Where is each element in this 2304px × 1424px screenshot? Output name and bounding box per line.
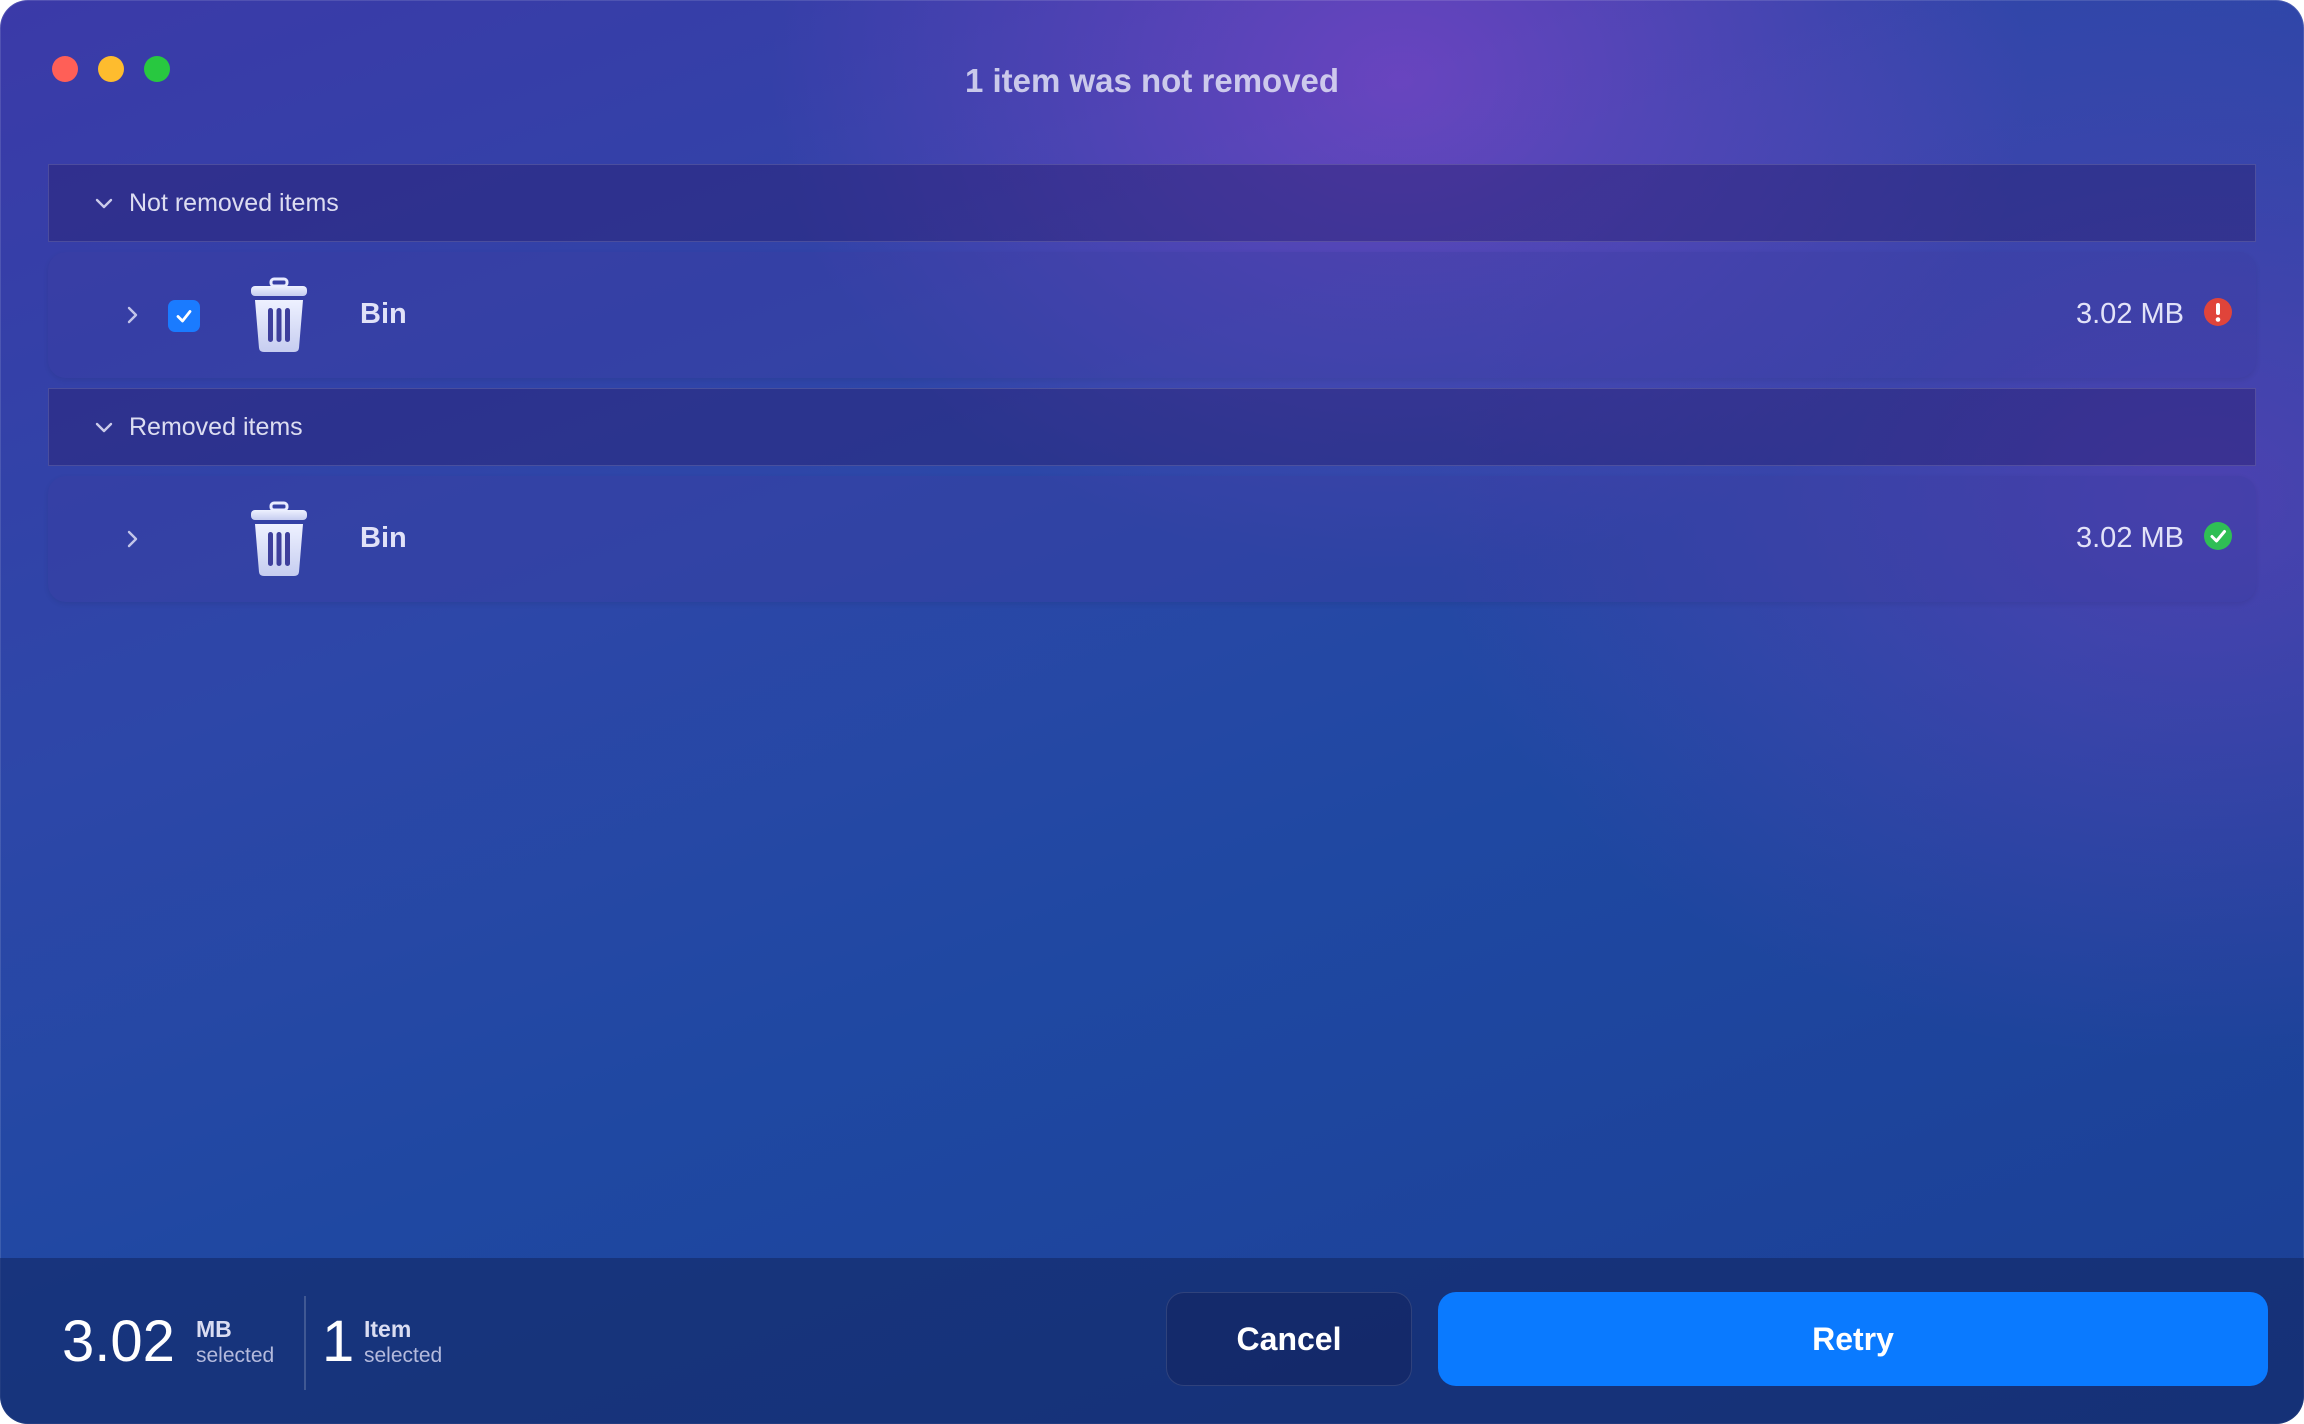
chevron-right-icon[interactable] [120,527,144,551]
selected-count-unit: Item [364,1316,412,1342]
selected-count-caption: selected [364,1344,443,1367]
selected-size-value: 3.02 [62,1309,175,1374]
window-title: 1 item was not removed [964,62,1340,99]
checkmark-icon [2204,522,2232,550]
trash-bin-icon [248,500,310,578]
trash-bin-icon [248,276,310,354]
section-header-removed[interactable]: Removed items [48,388,2256,466]
item-checkbox[interactable] [168,300,200,332]
item-name: Bin [360,298,407,330]
app-window: 1 item was not removed Not removed items [0,0,2304,1424]
exclamation-icon [2204,298,2232,326]
retry-button[interactable]: Retry [1438,1292,2268,1386]
footer-bar: 3.02 MB selected 1 Item selected Cancel … [0,1258,2304,1424]
cancel-button[interactable]: Cancel [1166,1292,1412,1386]
section-label: Not removed items [129,188,339,217]
selected-count-value: 1 [322,1309,355,1374]
selected-size-caption: selected [196,1344,275,1367]
item-size: 3.02 MB [2076,522,2184,554]
selected-size-unit: MB [196,1316,232,1342]
item-size: 3.02 MB [2076,298,2184,330]
section-label: Removed items [129,412,303,441]
section-header-not-removed[interactable]: Not removed items [48,164,2256,242]
chevron-down-icon [93,192,115,214]
footer-divider [304,1296,306,1390]
list-item[interactable]: Bin 3.02 MB [48,252,2256,378]
list-item[interactable]: Bin 3.02 MB [48,476,2256,602]
item-name: Bin [360,522,407,554]
chevron-down-icon [93,416,115,438]
chevron-right-icon[interactable] [120,303,144,327]
